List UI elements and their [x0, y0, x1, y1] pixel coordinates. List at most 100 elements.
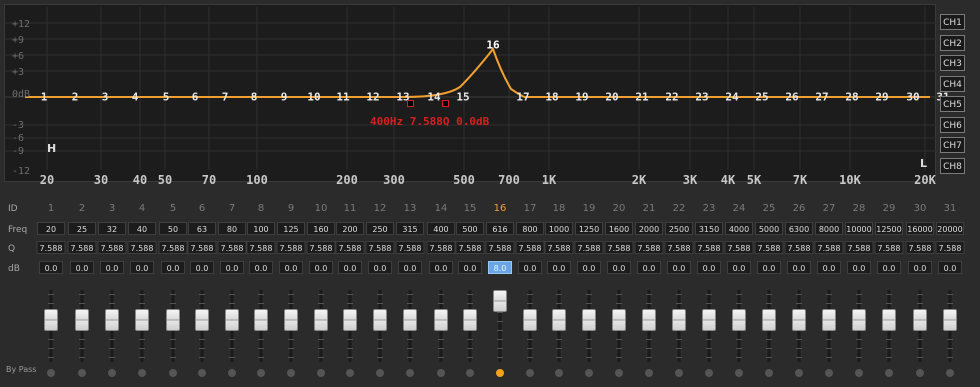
bypass-toggle[interactable]: [138, 369, 146, 377]
bypass-toggle[interactable]: [705, 369, 713, 377]
q-field[interactable]: 7.588: [97, 241, 127, 254]
freq-field[interactable]: 10000: [845, 222, 873, 235]
freq-field[interactable]: 16000: [906, 222, 934, 235]
band-point-23[interactable]: 23: [695, 91, 708, 104]
band-point-11[interactable]: 11: [336, 91, 349, 104]
freq-field[interactable]: 20000: [936, 222, 964, 235]
channel-button-ch8[interactable]: CH8: [940, 157, 965, 174]
freq-field[interactable]: 2500: [665, 222, 693, 235]
gain-slider-knob[interactable]: [852, 309, 866, 331]
band-point-18[interactable]: 18: [545, 91, 558, 104]
bypass-toggle[interactable]: [317, 369, 325, 377]
gain-slider-knob[interactable]: [612, 309, 626, 331]
bypass-toggle[interactable]: [735, 369, 743, 377]
bypass-toggle[interactable]: [946, 369, 954, 377]
band-point-26[interactable]: 26: [785, 91, 798, 104]
freq-field[interactable]: 63: [188, 222, 216, 235]
q-field[interactable]: 7.588: [634, 241, 664, 254]
freq-field[interactable]: 32: [98, 222, 126, 235]
band-point-27[interactable]: 27: [815, 91, 828, 104]
q-field[interactable]: 7.588: [335, 241, 365, 254]
q-field[interactable]: 7.588: [694, 241, 724, 254]
bypass-toggle[interactable]: [466, 369, 474, 377]
band-point-24[interactable]: 24: [725, 91, 738, 104]
gain-field[interactable]: 0.0: [817, 261, 841, 274]
bypass-toggle[interactable]: [169, 369, 177, 377]
gain-field[interactable]: 0.0: [368, 261, 392, 274]
band-point-28[interactable]: 28: [845, 91, 858, 104]
q-field[interactable]: 7.588: [36, 241, 66, 254]
freq-field[interactable]: 100: [247, 222, 275, 235]
freq-field[interactable]: 20: [37, 222, 65, 235]
band-point-17[interactable]: 17: [516, 91, 529, 104]
freq-field[interactable]: 1000: [545, 222, 573, 235]
q-handle-right[interactable]: [442, 100, 449, 107]
q-field[interactable]: 7.588: [664, 241, 694, 254]
channel-button-ch7[interactable]: CH7: [940, 137, 965, 153]
gain-slider-knob[interactable]: [254, 309, 268, 331]
q-field[interactable]: 7.588: [395, 241, 425, 254]
gain-slider-knob[interactable]: [642, 309, 656, 331]
gain-field[interactable]: 0.0: [130, 261, 154, 274]
channel-button-ch6[interactable]: CH6: [940, 116, 965, 133]
gain-field[interactable]: 0.0: [161, 261, 185, 274]
bypass-toggle[interactable]: [885, 369, 893, 377]
band-point-12[interactable]: 12: [366, 91, 379, 104]
band-point-1[interactable]: 1: [41, 91, 48, 104]
bypass-toggle[interactable]: [615, 369, 623, 377]
gain-field[interactable]: 0.0: [190, 261, 214, 274]
freq-field[interactable]: 12500: [875, 222, 903, 235]
gain-field[interactable]: 0.0: [847, 261, 871, 274]
gain-field[interactable]: 0.0: [727, 261, 751, 274]
gain-slider-knob[interactable]: [105, 309, 119, 331]
q-field[interactable]: 7.588: [724, 241, 754, 254]
bypass-toggle[interactable]: [406, 369, 414, 377]
gain-slider-knob[interactable]: [343, 309, 357, 331]
gain-slider-knob[interactable]: [672, 309, 686, 331]
gain-field[interactable]: 0.0: [938, 261, 962, 274]
band-point-19[interactable]: 19: [575, 91, 588, 104]
gain-field[interactable]: 0.0: [577, 261, 601, 274]
q-field[interactable]: 7.588: [158, 241, 188, 254]
q-field[interactable]: 7.588: [784, 241, 814, 254]
q-field[interactable]: 7.588: [515, 241, 545, 254]
freq-field[interactable]: 8000: [815, 222, 843, 235]
bypass-toggle[interactable]: [765, 369, 773, 377]
q-field[interactable]: 7.588: [276, 241, 306, 254]
gain-field[interactable]: 0.0: [547, 261, 571, 274]
gain-field[interactable]: 0.0: [697, 261, 721, 274]
bypass-toggle[interactable]: [916, 369, 924, 377]
freq-field[interactable]: 6300: [785, 222, 813, 235]
gain-field[interactable]: 0.0: [70, 261, 94, 274]
band-point-20[interactable]: 20: [605, 91, 618, 104]
bypass-toggle[interactable]: [346, 369, 354, 377]
gain-field[interactable]: 0.0: [458, 261, 482, 274]
freq-field[interactable]: 80: [218, 222, 246, 235]
bypass-toggle[interactable]: [257, 369, 265, 377]
bypass-toggle[interactable]: [47, 369, 55, 377]
freq-field[interactable]: 3150: [695, 222, 723, 235]
band-point-30[interactable]: 30: [906, 91, 919, 104]
gain-field[interactable]: 0.0: [667, 261, 691, 274]
gain-slider-knob[interactable]: [166, 309, 180, 331]
band-point-22[interactable]: 22: [665, 91, 678, 104]
channel-button-ch1[interactable]: CH1: [940, 14, 965, 30]
gain-field[interactable]: 0.0: [100, 261, 124, 274]
bypass-toggle[interactable]: [675, 369, 683, 377]
q-field[interactable]: 7.588: [127, 241, 157, 254]
bypass-toggle[interactable]: [437, 369, 445, 377]
q-field[interactable]: 7.588: [246, 241, 276, 254]
freq-field[interactable]: 616: [486, 222, 514, 235]
freq-field[interactable]: 200: [336, 222, 364, 235]
q-field[interactable]: 7.588: [905, 241, 935, 254]
gain-slider-knob[interactable]: [284, 309, 298, 331]
q-field[interactable]: 7.588: [485, 241, 515, 254]
band-point-25[interactable]: 25: [755, 91, 768, 104]
freq-field[interactable]: 315: [396, 222, 424, 235]
gain-slider-knob[interactable]: [135, 309, 149, 331]
bypass-toggle[interactable]: [585, 369, 593, 377]
freq-field[interactable]: 400: [427, 222, 455, 235]
gain-slider-knob[interactable]: [463, 309, 477, 331]
band-point-2[interactable]: 2: [72, 91, 79, 104]
gain-slider-knob[interactable]: [762, 309, 776, 331]
